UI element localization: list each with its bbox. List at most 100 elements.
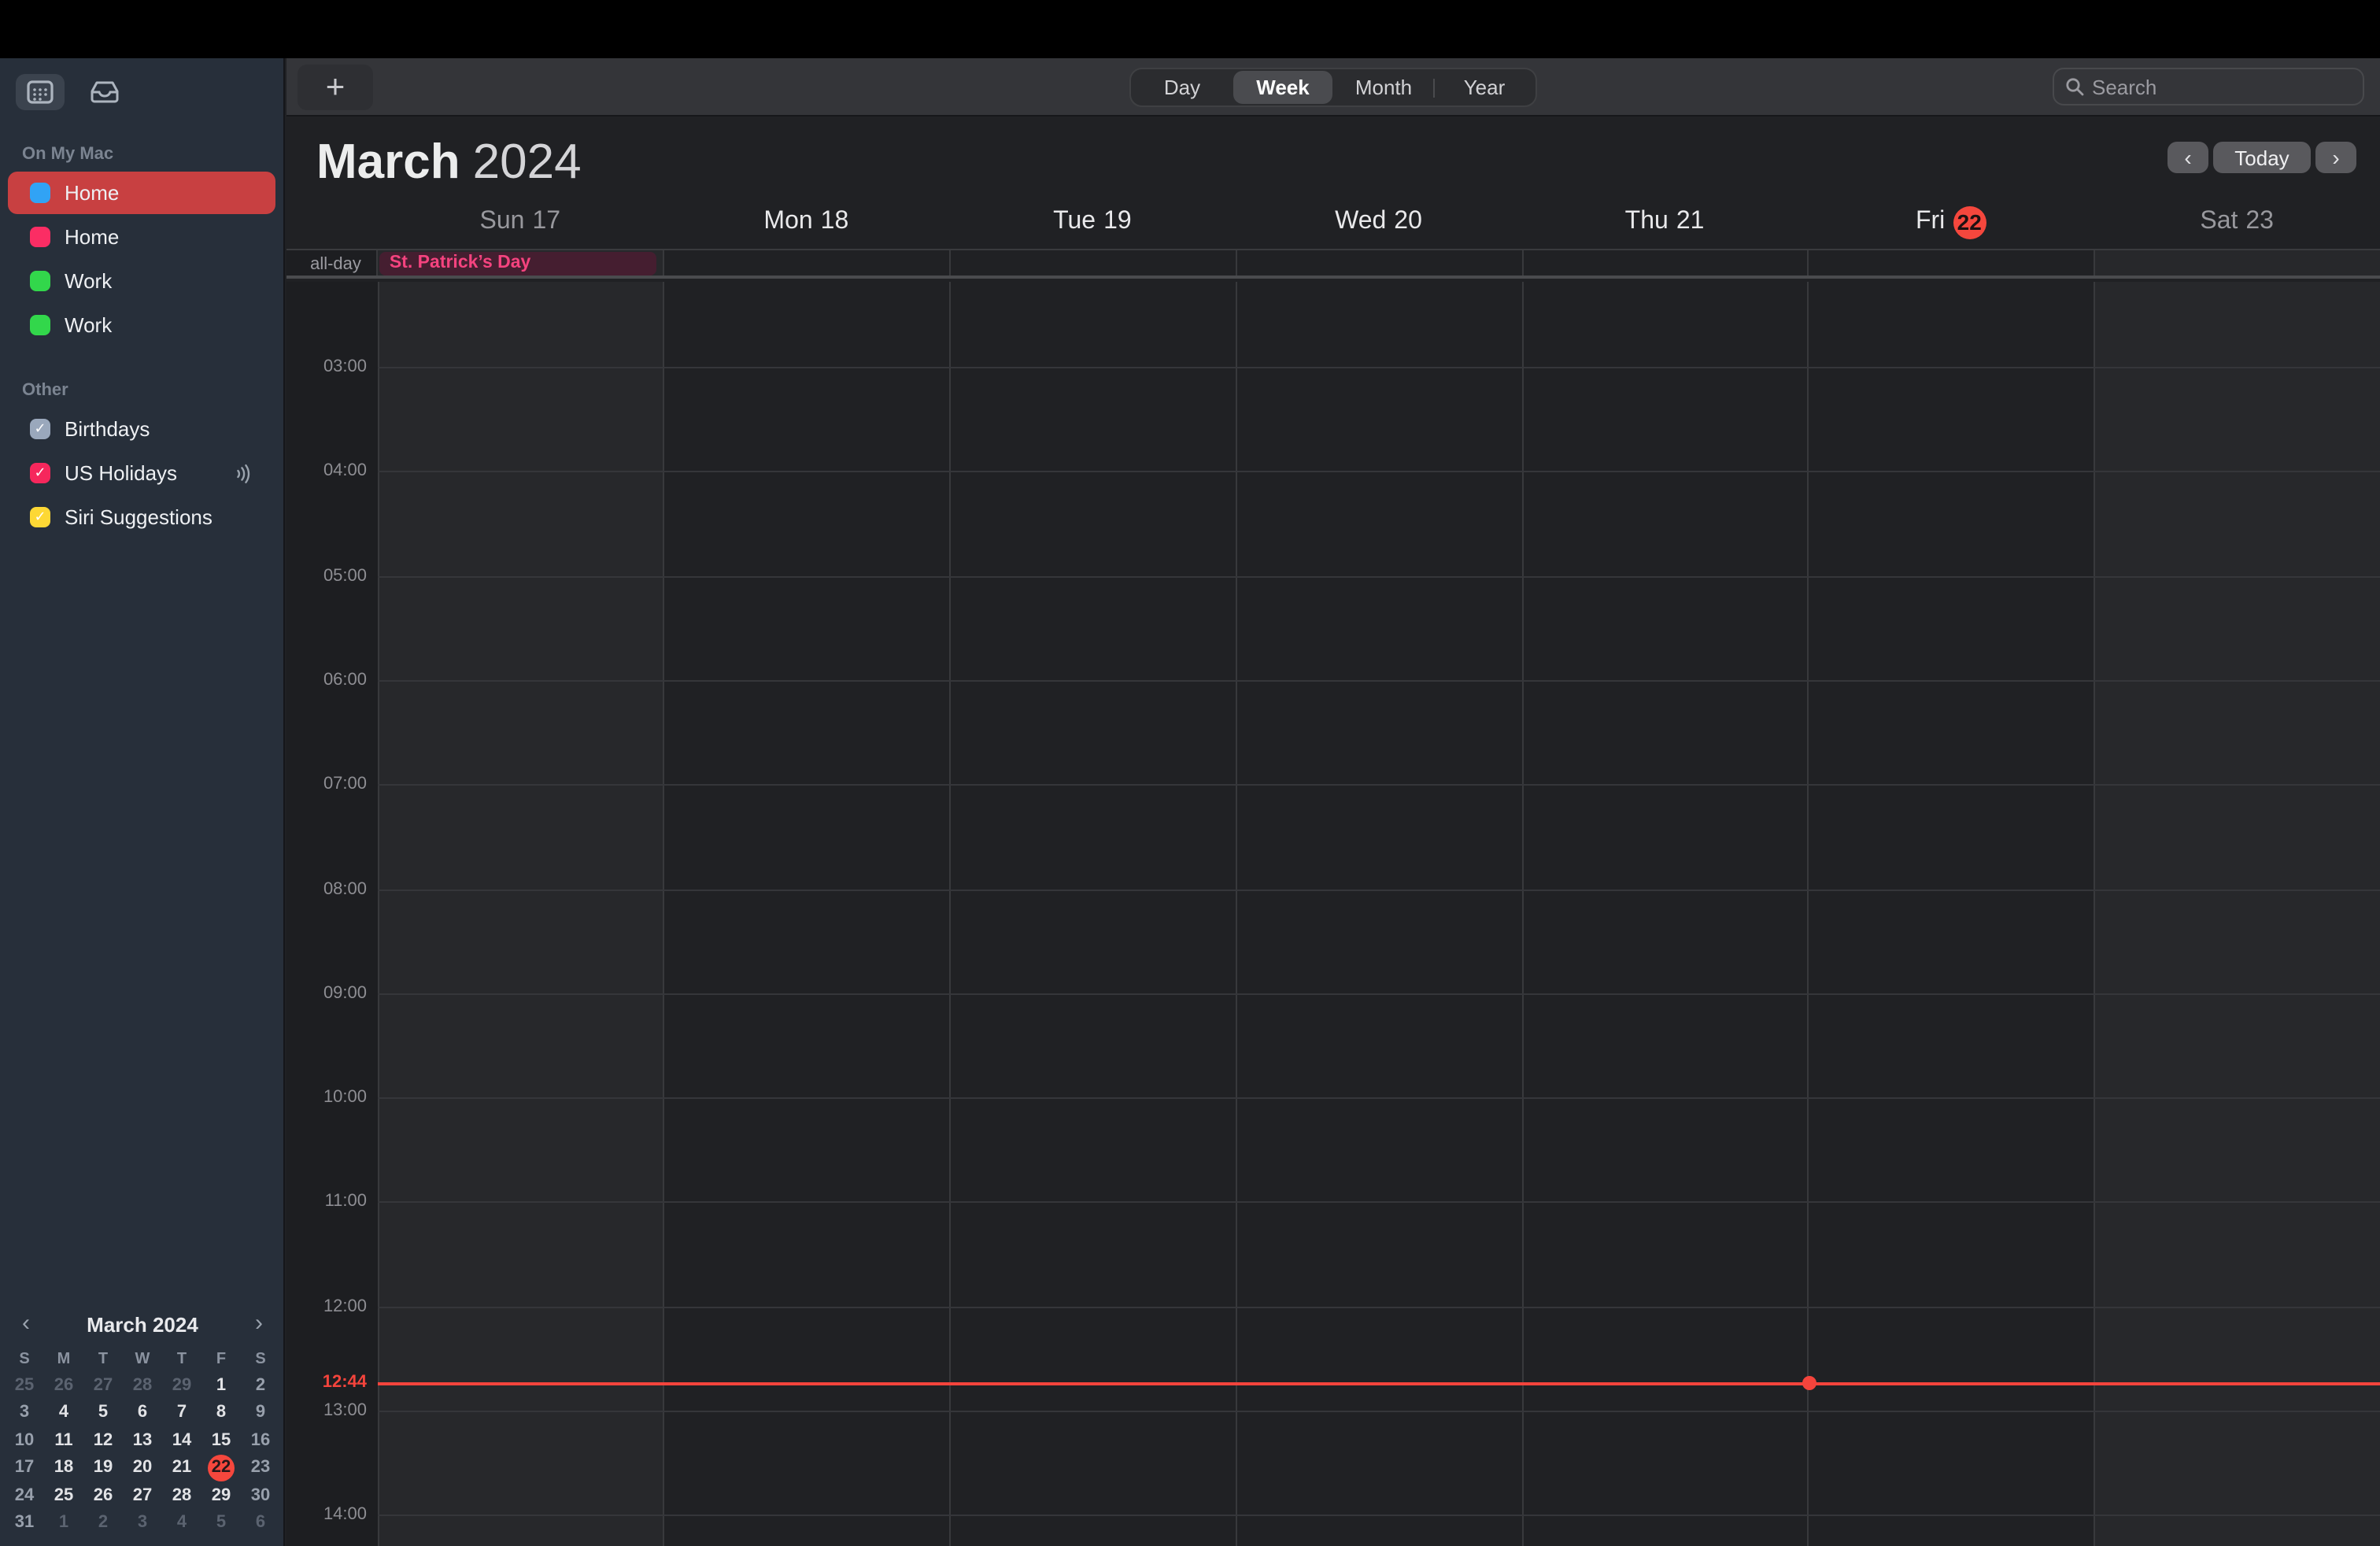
calendar-name: US Holidays xyxy=(65,461,178,485)
sidebar: On My Mac Home Home Work Work Other ✓ Birthdays… xyxy=(0,58,285,1546)
sidebar-item-home[interactable]: Home xyxy=(8,172,275,214)
calendar-checkbox[interactable] xyxy=(30,315,50,335)
mini-cal-day[interactable]: 29 xyxy=(162,1371,201,1399)
sidebar-item-us-holidays[interactable]: ✓ US Holidays xyxy=(8,452,275,494)
section-label: On My Mac xyxy=(22,145,114,164)
sidebar-toolbar xyxy=(0,58,283,110)
calendar-section: Other ✓ Birthdays ✓ US Holidays ✓ Siri Suggest… xyxy=(0,372,283,538)
main-area: + Day Week Month Year Search March 2024 ‹ To… xyxy=(286,58,2380,1546)
calendar-name: Home xyxy=(65,225,120,249)
mini-cal-weekday: F xyxy=(216,1350,227,1367)
mini-cal-day[interactable]: 27 xyxy=(83,1371,123,1399)
mini-cal-day[interactable]: 1 xyxy=(201,1371,241,1399)
calendar-checkbox[interactable] xyxy=(30,271,50,291)
mini-cal-day[interactable]: 9 xyxy=(241,1399,280,1426)
all-day-event[interactable]: St. Patrick’s Day xyxy=(379,251,657,275)
mini-cal-day[interactable]: 10 xyxy=(5,1426,44,1454)
mini-cal-day[interactable]: 14 xyxy=(162,1426,201,1454)
mini-cal-day[interactable]: 4 xyxy=(44,1399,83,1426)
hour-label: 10:00 xyxy=(323,1088,367,1108)
day-header-name: Tue xyxy=(1053,208,1096,235)
mini-cal-day[interactable]: 22 xyxy=(201,1454,241,1481)
mini-cal-day[interactable]: 5 xyxy=(201,1509,241,1537)
mini-cal-day[interactable]: 21 xyxy=(162,1454,201,1481)
calendar-checkbox[interactable]: ✓ xyxy=(30,419,50,439)
mini-cal-day[interactable]: 29 xyxy=(201,1481,241,1509)
mini-cal-day[interactable]: 15 xyxy=(201,1426,241,1454)
mini-cal-day[interactable]: 3 xyxy=(123,1509,162,1537)
all-day-cell[interactable] xyxy=(1235,250,1522,276)
all-day-cell[interactable]: St. Patrick’s Day xyxy=(376,250,663,276)
calendar-name: Work xyxy=(65,313,113,337)
calendar-checkbox[interactable]: ✓ xyxy=(30,507,50,527)
calendar-checkbox[interactable] xyxy=(30,183,50,203)
view-tab-day[interactable]: Day xyxy=(1133,71,1232,104)
mini-cal-day[interactable]: 26 xyxy=(83,1481,123,1509)
mini-cal-day[interactable]: 25 xyxy=(5,1371,44,1399)
today-button[interactable]: Today xyxy=(2213,142,2311,173)
mini-cal-day[interactable]: 6 xyxy=(241,1509,280,1537)
search-input[interactable]: Search xyxy=(2053,68,2364,105)
calendar-checkbox[interactable]: ✓ xyxy=(30,463,50,483)
day-header-tue: Tue 19 xyxy=(949,203,1236,241)
prev-week-button[interactable]: ‹ xyxy=(2168,142,2208,173)
mini-cal-day[interactable]: 24 xyxy=(5,1481,44,1509)
view-tab-month[interactable]: Month xyxy=(1334,71,1433,104)
calendar-checkbox[interactable] xyxy=(30,227,50,247)
sidebar-item-home[interactable]: Home xyxy=(8,216,275,258)
mini-cal-day[interactable]: 16 xyxy=(241,1426,280,1454)
sidebar-item-birthdays[interactable]: ✓ Birthdays xyxy=(8,408,275,450)
mini-cal-day[interactable]: 25 xyxy=(44,1481,83,1509)
mini-cal-day[interactable]: 26 xyxy=(44,1371,83,1399)
all-day-cell[interactable] xyxy=(1521,250,1808,276)
sidebar-item-work[interactable]: Work xyxy=(8,260,275,302)
mini-cal-day[interactable]: 8 xyxy=(201,1399,241,1426)
all-day-cell[interactable] xyxy=(2094,250,2380,276)
mini-cal-day[interactable]: 6 xyxy=(123,1399,162,1426)
mini-cal-day[interactable]: 31 xyxy=(5,1509,44,1537)
mini-cal-day[interactable]: 17 xyxy=(5,1454,44,1481)
day-header-name: Thu xyxy=(1624,208,1669,235)
next-week-button[interactable]: › xyxy=(2315,142,2356,173)
mini-cal-next-button[interactable]: › xyxy=(252,1311,266,1335)
mini-cal-day[interactable]: 28 xyxy=(123,1371,162,1399)
mini-cal-day[interactable]: 11 xyxy=(44,1426,83,1454)
all-day-row: all-day St. Patrick’s Day xyxy=(286,248,2380,279)
day-header-number: 20 xyxy=(1394,208,1422,235)
view-tab-week[interactable]: Week xyxy=(1233,71,1332,104)
day-headers: Sun 17 Mon 18 Tue 19 Wed 20 Thu 21 Fri 22 Sat 23 xyxy=(377,203,2380,241)
mini-cal-day[interactable]: 7 xyxy=(162,1399,201,1426)
day-header-thu: Thu 21 xyxy=(1521,203,1808,241)
day-header-mon: Mon 18 xyxy=(663,203,950,241)
all-day-cell[interactable] xyxy=(949,250,1236,276)
mini-cal-prev-button[interactable]: ‹ xyxy=(19,1311,33,1335)
calendar-name: Home xyxy=(65,181,120,205)
add-event-button[interactable]: + xyxy=(298,65,373,110)
sidebar-item-work[interactable]: Work xyxy=(8,304,275,346)
mini-cal-day[interactable]: 19 xyxy=(83,1454,123,1481)
mini-cal-day[interactable]: 12 xyxy=(83,1426,123,1454)
mini-cal-day[interactable]: 4 xyxy=(162,1509,201,1537)
all-day-cell[interactable] xyxy=(1807,250,2094,276)
inbox-button[interactable] xyxy=(80,74,129,110)
mini-cal-day[interactable]: 2 xyxy=(83,1509,123,1537)
day-header-number: 23 xyxy=(2245,208,2274,235)
view-tab-year[interactable]: Year xyxy=(1435,71,1534,104)
mini-cal-day[interactable]: 5 xyxy=(83,1399,123,1426)
mini-cal-day[interactable]: 28 xyxy=(162,1481,201,1509)
mini-cal-day[interactable]: 2 xyxy=(241,1371,280,1399)
sidebar-item-siri-suggestions[interactable]: ✓ Siri Suggestions xyxy=(8,496,275,538)
day-header-wed: Wed 20 xyxy=(1236,203,1522,241)
calendar-list-toggle-button[interactable] xyxy=(16,74,65,110)
mini-cal-day[interactable]: 27 xyxy=(123,1481,162,1509)
mini-cal-day[interactable]: 30 xyxy=(241,1481,280,1509)
mini-cal-day[interactable]: 23 xyxy=(241,1454,280,1481)
calendar-name: Siri Suggestions xyxy=(65,505,213,529)
mini-cal-day[interactable]: 20 xyxy=(123,1454,162,1481)
mini-cal-day[interactable]: 1 xyxy=(44,1509,83,1537)
mini-cal-day[interactable]: 18 xyxy=(44,1454,83,1481)
mini-cal-day[interactable]: 13 xyxy=(123,1426,162,1454)
day-header-number: 21 xyxy=(1676,208,1705,235)
mini-cal-day[interactable]: 3 xyxy=(5,1399,44,1426)
all-day-cell[interactable] xyxy=(663,250,950,276)
